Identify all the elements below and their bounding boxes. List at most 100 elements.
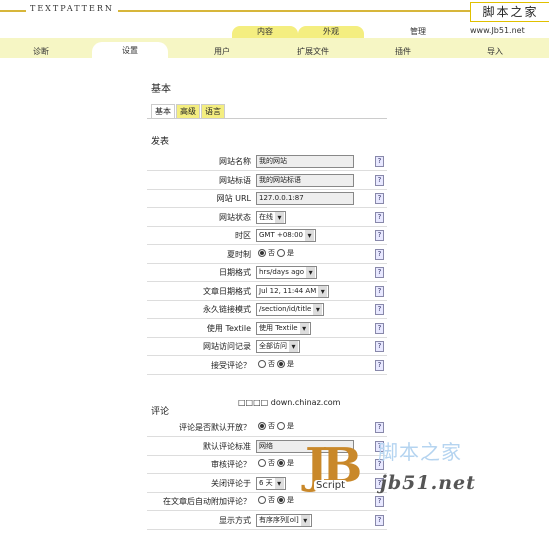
setting-label: 网站状态 bbox=[219, 212, 251, 222]
select-value: 有序序列[ol] bbox=[259, 515, 299, 524]
radio-label: 否 bbox=[268, 248, 275, 257]
setting-radio-group[interactable]: 否是 bbox=[256, 248, 294, 259]
setting-label: 接受评论？ bbox=[211, 360, 251, 370]
site-link[interactable]: www.Jb51.net bbox=[470, 26, 525, 35]
tab-divider bbox=[147, 118, 387, 119]
radio-label: 否 bbox=[268, 496, 275, 504]
help-icon[interactable]: ? bbox=[375, 267, 384, 278]
radio-button[interactable] bbox=[258, 248, 266, 257]
setting-select[interactable]: 6 天 bbox=[256, 476, 286, 490]
tab-extensions[interactable]: 扩展文件 bbox=[270, 46, 356, 58]
help-icon[interactable]: ? bbox=[375, 285, 384, 297]
radio-button[interactable] bbox=[277, 422, 285, 430]
watermark-url: jb51.net bbox=[380, 472, 476, 494]
setting-text-input[interactable]: 我的网站标语 bbox=[256, 173, 354, 187]
help-icon[interactable]: ? bbox=[375, 156, 384, 167]
setting-select[interactable]: 使用 Textile bbox=[256, 321, 311, 335]
tab-users[interactable]: 用户 bbox=[184, 46, 260, 58]
watermark-logo: JB bbox=[305, 438, 362, 494]
tab-import[interactable]: 导入 bbox=[452, 46, 538, 58]
radio-button[interactable] bbox=[258, 496, 266, 504]
setting-label: 关闭评论于 bbox=[211, 478, 251, 488]
top-bar: TEXTPATTERN 脚本之家 bbox=[0, 0, 549, 22]
setting-select[interactable]: 在线 bbox=[256, 210, 286, 224]
tab-presentation[interactable]: 外观 bbox=[298, 26, 364, 38]
help-icon[interactable]: ? bbox=[375, 248, 384, 260]
radio-button[interactable] bbox=[277, 248, 285, 257]
setting-row: 网站标语 我的网站标语? bbox=[147, 171, 387, 190]
radio-label: 是 bbox=[287, 359, 294, 368]
tab-admin[interactable]: 管理 bbox=[390, 26, 446, 38]
setting-label: 时区 bbox=[235, 231, 251, 240]
radio-label: 否 bbox=[268, 359, 275, 368]
setting-select[interactable]: 全部访问 bbox=[256, 340, 300, 353]
app-logo: TEXTPATTERN bbox=[26, 4, 118, 13]
setting-radio-group[interactable]: 否是 bbox=[256, 458, 294, 469]
select-value: 使用 Textile bbox=[259, 323, 298, 332]
help-icon[interactable]: ? bbox=[375, 174, 384, 186]
setting-radio-group[interactable]: 否是 bbox=[256, 495, 294, 506]
radio-button[interactable] bbox=[258, 359, 266, 368]
radio-button[interactable] bbox=[258, 422, 266, 430]
setting-label: 审核评论？ bbox=[211, 460, 251, 469]
setting-label: 夏时制 bbox=[227, 249, 251, 259]
setting-select[interactable]: /section/id/title bbox=[256, 303, 325, 316]
radio-button[interactable] bbox=[277, 359, 285, 368]
setting-row: 接受评论？否是? bbox=[147, 356, 387, 375]
pref-tab-advanced[interactable]: 高级 bbox=[176, 104, 200, 118]
help-icon[interactable]: ? bbox=[375, 341, 384, 352]
radio-label: 是 bbox=[287, 459, 294, 467]
tab-content[interactable]: 内容 bbox=[232, 26, 298, 38]
setting-label: 使用 Textile bbox=[206, 323, 251, 333]
pref-tab-basic[interactable]: 基本 bbox=[151, 104, 175, 118]
help-icon[interactable]: ? bbox=[375, 193, 384, 204]
setting-label: 日期格式 bbox=[219, 268, 251, 277]
radio-label: 是 bbox=[287, 422, 294, 430]
select-value: 6 天 bbox=[259, 478, 273, 487]
publish-heading: 发表 bbox=[151, 137, 170, 147]
setting-label: 评论是否默认开放？ bbox=[179, 423, 251, 432]
radio-label: 是 bbox=[287, 248, 294, 257]
radio-button[interactable] bbox=[277, 459, 285, 467]
pref-tab-language[interactable]: 语言 bbox=[201, 104, 225, 118]
watermark-overlay: JB Script 脚本之家 jb51.net bbox=[300, 430, 549, 538]
radio-label: 否 bbox=[268, 459, 275, 467]
radio-button[interactable] bbox=[258, 459, 266, 467]
setting-label: 网站 URL bbox=[216, 194, 251, 203]
setting-label: 永久链接模式 bbox=[203, 305, 251, 314]
tab-preferences[interactable]: 设置 bbox=[92, 42, 168, 58]
help-icon[interactable]: ? bbox=[375, 322, 384, 334]
setting-row: 夏时制否是? bbox=[147, 245, 387, 264]
radio-button[interactable] bbox=[277, 496, 285, 504]
setting-select[interactable]: hrs/days ago bbox=[256, 266, 318, 279]
setting-radio-group[interactable]: 否是 bbox=[256, 359, 294, 370]
setting-select[interactable]: GMT +08:00 bbox=[256, 229, 317, 242]
help-icon[interactable]: ? bbox=[375, 304, 384, 315]
tab-diagnostics[interactable]: 诊断 bbox=[0, 46, 82, 58]
source-note: □□□□ down.chinaz.com bbox=[238, 398, 341, 407]
tab-plugins[interactable]: 插件 bbox=[360, 46, 446, 58]
preference-tabs: 基本 高级 语言 bbox=[151, 104, 226, 118]
setting-label: 默认评论标准 bbox=[203, 441, 251, 451]
setting-select[interactable]: Jul 12, 11:44 AM bbox=[256, 284, 330, 298]
setting-text-input[interactable]: 我的网站 bbox=[256, 155, 354, 168]
setting-label: 显示方式 bbox=[219, 515, 251, 525]
setting-row: 时区 GMT +08:00? bbox=[147, 226, 387, 245]
select-value: hrs/days ago bbox=[259, 268, 305, 276]
help-icon[interactable]: ? bbox=[375, 230, 384, 241]
setting-row: 日期格式 hrs/days ago? bbox=[147, 263, 387, 282]
help-icon[interactable]: ? bbox=[375, 211, 384, 223]
setting-label: 网站访问记录 bbox=[203, 342, 251, 351]
watermark-chinese: 脚本之家 bbox=[378, 440, 462, 464]
setting-label: 网站标语 bbox=[219, 175, 251, 185]
watermark-badge: 脚本之家 bbox=[470, 2, 549, 22]
page-title: 基本 bbox=[151, 84, 171, 95]
select-value: /section/id/title bbox=[259, 305, 312, 313]
radio-label: 是 bbox=[287, 496, 294, 504]
setting-text-input[interactable]: 127.0.0.1:87 bbox=[256, 192, 354, 205]
setting-radio-group[interactable]: 否是 bbox=[256, 421, 294, 432]
setting-row: 网站访问记录全部访问? bbox=[147, 337, 387, 356]
select-value: GMT +08:00 bbox=[259, 231, 304, 239]
help-icon[interactable]: ? bbox=[375, 359, 384, 371]
setting-row: 网站名称 我的网站? bbox=[147, 152, 387, 171]
